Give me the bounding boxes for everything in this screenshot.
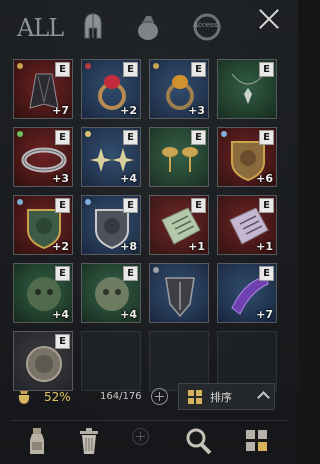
equipped-badge: E	[191, 130, 206, 145]
equipped-badge: E	[259, 130, 274, 145]
inventory-slot-green-rune-tablet[interactable]: E +1	[149, 195, 209, 255]
enhance-level: +4	[52, 308, 69, 321]
equipped-badge: E	[55, 198, 70, 213]
rarity-gem-icon	[85, 199, 91, 205]
enhance-level: +8	[120, 240, 137, 253]
enhance-level: +2	[120, 104, 137, 117]
inventory-slot-dragon-crest-shield-2[interactable]: E +8	[81, 195, 141, 255]
empty-slot[interactable]	[149, 331, 209, 391]
rarity-gem-icon	[17, 199, 23, 205]
inventory-slot-stone-lion-crest[interactable]: E	[13, 331, 73, 391]
enhance-level: +3	[188, 104, 205, 117]
pouch-tab-icon[interactable]	[131, 10, 165, 44]
inventory-slot-amethyst-gauntlet[interactable]: E +7	[217, 263, 277, 323]
accessory-tab[interactable]: Access	[190, 10, 224, 44]
inventory-slot-dark-crest[interactable]	[149, 263, 209, 323]
enhance-level: +7	[52, 104, 69, 117]
rarity-gem-icon	[17, 63, 23, 69]
inventory-slot-dragon-crest-shield[interactable]: E +6	[217, 127, 277, 187]
equipped-badge: E	[123, 266, 138, 281]
inventory-slot-eye-earrings[interactable]: E	[149, 127, 209, 187]
enhance-level: +4	[120, 172, 137, 185]
slot-capacity: 164/176	[100, 391, 142, 402]
rarity-gem-icon	[221, 131, 227, 137]
sort-label: 排序	[210, 391, 232, 404]
equipped-badge: E	[259, 266, 274, 281]
divider	[10, 420, 288, 421]
equipped-badge: E	[123, 130, 138, 145]
equipped-badge: E	[191, 198, 206, 213]
inventory-slot-amber-ring[interactable]: E +3	[149, 59, 209, 119]
chevron-up-icon	[257, 391, 270, 404]
magnifier-icon[interactable]	[181, 424, 215, 458]
close-button[interactable]	[254, 4, 284, 34]
empty-slot[interactable]	[217, 331, 277, 391]
sort-grid-icon	[188, 390, 202, 404]
rarity-gem-icon	[153, 63, 159, 69]
inventory-slot-lion-crest-shield[interactable]: E +2	[13, 195, 73, 255]
equipped-badge: E	[55, 266, 70, 281]
equipped-badge: E	[55, 334, 70, 349]
weight-bag-icon	[18, 391, 30, 404]
inventory-slot-ruby-ring[interactable]: E +2	[81, 59, 141, 119]
rarity-gem-icon	[85, 63, 91, 69]
inventory-slot-emerald-pendant[interactable]: E	[217, 59, 277, 119]
sort-button[interactable]: 排序	[178, 383, 275, 410]
enhance-level: +1	[188, 240, 205, 253]
inventory-slot-cloak[interactable]: E +7	[13, 59, 73, 119]
inventory-grid-icon[interactable]	[240, 424, 274, 458]
inventory-slot-purple-rune-tablet[interactable]: E +1	[217, 195, 277, 255]
rarity-gem-icon	[85, 131, 91, 137]
inventory-slot-star-earrings[interactable]: E +4	[81, 127, 141, 187]
equipped-badge: E	[259, 62, 274, 77]
equipped-badge: E	[191, 62, 206, 77]
equipped-badge: E	[123, 62, 138, 77]
inventory-slot-green-skull-relic[interactable]: E +4	[13, 263, 73, 323]
helmet-tab-icon[interactable]	[76, 10, 110, 44]
equipped-badge: E	[259, 198, 274, 213]
rarity-gem-icon	[17, 131, 23, 137]
potion-bottle-icon[interactable]	[20, 424, 54, 458]
weight-percent: 52%	[44, 390, 71, 404]
equipped-badge: E	[123, 198, 138, 213]
inventory-slot-silver-bracelet[interactable]: E +3	[13, 127, 73, 187]
rarity-gem-icon	[153, 267, 159, 273]
enhance-level: +1	[256, 240, 273, 253]
inventory-slot-bone-skull-relic[interactable]: E +4	[81, 263, 141, 323]
accessory-tab-label: Access	[193, 21, 218, 29]
enhance-level: +7	[256, 308, 273, 321]
enhance-level: +4	[120, 308, 137, 321]
enhance-level: +3	[52, 172, 69, 185]
equipped-badge: E	[55, 62, 70, 77]
tab-all[interactable]: ALL	[17, 14, 64, 42]
enhance-level: +6	[256, 172, 273, 185]
trash-can-icon[interactable]	[72, 424, 106, 458]
equipped-badge: E	[55, 130, 70, 145]
add-disabled-button[interactable]	[132, 428, 149, 445]
expand-slots-button[interactable]	[151, 388, 168, 405]
dark-crest-icon	[165, 277, 195, 318]
inventory-panel: ALL Access E +7 E +2 E +3 E E +3 E +4 E E +6 E +2 E +8 E +1…	[0, 0, 298, 464]
enhance-level: +2	[52, 240, 69, 253]
empty-slot[interactable]	[81, 331, 141, 391]
